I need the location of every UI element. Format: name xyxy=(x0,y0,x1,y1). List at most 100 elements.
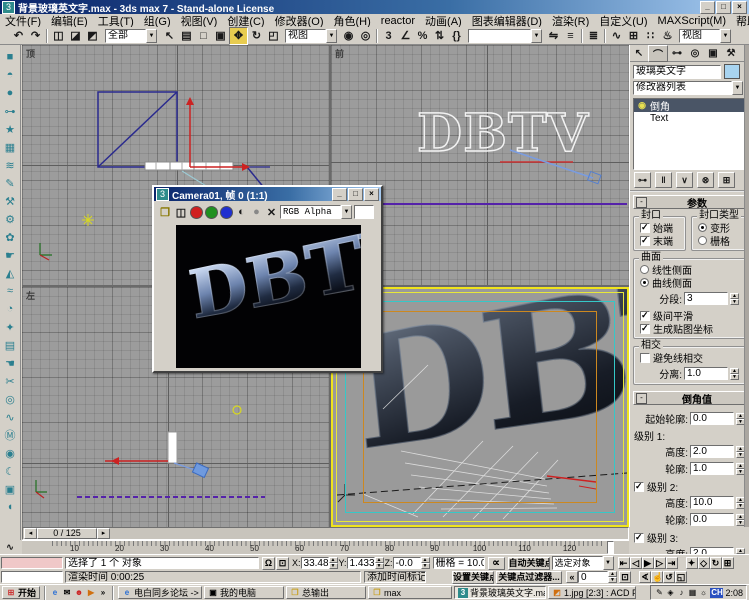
rfw-close-button[interactable]: × xyxy=(364,188,379,201)
perspective-icon[interactable]: ∢ xyxy=(639,571,651,583)
level1-outline-field[interactable]: 1.0 xyxy=(690,462,734,475)
left-toolbar-icon[interactable]: ☾ xyxy=(2,463,18,479)
left-toolbar-icon[interactable]: ▦ xyxy=(2,139,18,155)
select-and-rotate-icon[interactable]: ↻ xyxy=(248,28,265,44)
text-object-side-wire[interactable] xyxy=(168,432,177,463)
task-acdsee[interactable]: ◩ 1.jpg [2:3] : ACD Phot... xyxy=(548,586,636,599)
mini-curve-editor-icon[interactable]: ∿ xyxy=(2,541,18,553)
left-toolbar-icon[interactable]: ◖ xyxy=(2,499,18,515)
make-unique-icon[interactable]: ∨ xyxy=(676,172,693,188)
left-toolbar-icon[interactable]: ◉ xyxy=(2,445,18,461)
current-frame-field[interactable]: 0 xyxy=(578,571,608,583)
named-selection-sets-dropdown[interactable] xyxy=(468,29,542,43)
z-spinner[interactable] xyxy=(421,557,430,569)
select-object-icon[interactable]: ↖ xyxy=(161,28,178,44)
snap-toggle-3d-icon[interactable]: 3 xyxy=(380,28,397,44)
object-name-field[interactable]: 玻璃英文字 xyxy=(633,65,721,79)
absolute-mode-icon[interactable]: ⊡ xyxy=(276,557,289,570)
left-toolbar-icon[interactable]: ● xyxy=(2,85,18,101)
redo-icon[interactable]: ↷ xyxy=(27,28,44,44)
select-and-manipulate-icon[interactable]: ◎ xyxy=(357,28,374,44)
object-color-swatch[interactable] xyxy=(724,64,740,79)
previous-key-icon[interactable]: « xyxy=(566,571,578,583)
bind-to-space-warp-icon[interactable]: ◩ xyxy=(84,28,101,44)
left-toolbar-icon[interactable]: ≋ xyxy=(2,157,18,173)
mirror-icon[interactable]: ⇋ xyxy=(545,28,562,44)
pan-view-icon[interactable]: ☝ xyxy=(651,571,663,583)
render-type-dropdown[interactable]: 视图 xyxy=(679,29,731,43)
language-indicator[interactable]: CH xyxy=(710,588,723,598)
frame-spinner[interactable] xyxy=(608,571,617,583)
level3-checkbox[interactable] xyxy=(634,533,644,543)
modifier-stack-row-bevel[interactable]: ◉ 倒角 xyxy=(634,99,745,112)
task-output-folder[interactable]: ❐ 总输出 xyxy=(286,586,366,599)
parameters-rollout-header[interactable]: - 参数 xyxy=(633,195,746,209)
more-quicklaunch-icon[interactable]: » xyxy=(98,588,108,598)
zoom-extents-all-icon[interactable]: ⊞ xyxy=(722,557,734,569)
next-frame-arrow[interactable]: ▸ xyxy=(97,528,110,539)
curved-sides-radio[interactable] xyxy=(640,278,649,287)
segments-field[interactable]: 3 xyxy=(684,292,728,305)
select-and-link-icon[interactable]: ◫ xyxy=(50,28,67,44)
dropdown-arrow-icon[interactable] xyxy=(732,81,743,95)
red-channel-icon[interactable] xyxy=(190,206,203,219)
schematic-view-icon[interactable]: ⊞ xyxy=(625,28,642,44)
y-coordinate-field[interactable]: 1.433 xyxy=(347,557,375,569)
save-bitmap-icon[interactable]: ❒ xyxy=(158,204,172,220)
qq-quicklaunch-icon[interactable]: ☻ xyxy=(74,588,84,598)
layer-manager-icon[interactable]: ≣ xyxy=(585,28,602,44)
tab-display-icon[interactable]: ▣ xyxy=(704,46,722,61)
dropdown-arrow-icon[interactable] xyxy=(603,556,614,570)
level2-checkbox[interactable] xyxy=(634,482,644,492)
task-max-folder[interactable]: ❐ max xyxy=(368,586,452,599)
clone-window-icon[interactable]: ◫ xyxy=(174,204,188,220)
task-my-computer[interactable]: ▣ 我的电脑 xyxy=(204,586,284,599)
track-bar-end-marker[interactable] xyxy=(607,541,614,554)
collapse-icon[interactable]: - xyxy=(636,197,647,208)
monochrome-icon[interactable]: ◐ xyxy=(235,204,248,220)
color-sample-swatch[interactable] xyxy=(354,205,374,219)
task-forum[interactable]: e 电白同乡论坛 -> 闲... xyxy=(118,586,202,599)
segments-spinner[interactable] xyxy=(730,293,739,305)
select-by-name-icon[interactable]: ▤ xyxy=(178,28,195,44)
key-mode-dropdown[interactable]: 选定对象 xyxy=(552,556,614,570)
left-toolbar-icon[interactable]: ★ xyxy=(2,121,18,137)
time-configuration-icon[interactable]: ⊡ xyxy=(619,571,631,583)
omni-light-marker[interactable] xyxy=(82,214,94,226)
field-of-view-icon[interactable]: ◇ xyxy=(698,557,710,569)
menu-item[interactable]: reactor xyxy=(376,15,420,27)
previous-frame-icon[interactable]: ◁ xyxy=(630,557,642,569)
left-toolbar-icon[interactable]: ▣ xyxy=(2,481,18,497)
show-end-result-icon[interactable]: ‖ xyxy=(655,172,672,188)
y-spinner[interactable] xyxy=(375,557,384,569)
left-toolbar-icon[interactable]: ◔ xyxy=(2,301,18,317)
left-toolbar-icon[interactable]: ☛ xyxy=(2,247,18,263)
select-and-scale-icon[interactable]: ◰ xyxy=(265,28,282,44)
blue-channel-icon[interactable] xyxy=(220,206,233,219)
left-toolbar-icon[interactable]: ✎ xyxy=(2,175,18,191)
set-key-button[interactable]: 设置关键点 xyxy=(452,571,494,584)
material-editor-icon[interactable]: ∷ xyxy=(642,28,659,44)
green-channel-icon[interactable] xyxy=(205,206,218,219)
reference-coordinate-dropdown[interactable]: 视图 xyxy=(285,29,337,43)
orbit-camera-icon[interactable]: ↺ xyxy=(663,571,675,583)
tray-icon[interactable]: ✎ xyxy=(654,588,664,598)
left-toolbar-icon[interactable]: ■ xyxy=(2,49,18,65)
left-toolbar-icon[interactable]: ✦ xyxy=(2,319,18,335)
modifier-list-dropdown[interactable]: 修改器列表 xyxy=(633,81,743,95)
dropdown-arrow-icon[interactable] xyxy=(146,29,157,43)
edit-named-selections-icon[interactable]: {} xyxy=(448,28,465,44)
tray-icon[interactable]: ▦ xyxy=(687,588,697,598)
pin-stack-icon[interactable]: ⊶ xyxy=(634,172,651,188)
render-scene-icon[interactable]: ♨ xyxy=(659,28,676,44)
auto-key-button[interactable]: 自动关键点 xyxy=(508,557,550,570)
window-crossing-icon[interactable]: ▣ xyxy=(212,28,229,44)
align-icon[interactable]: ≡ xyxy=(562,28,579,44)
generate-mapping-coords-checkbox[interactable] xyxy=(640,324,650,334)
keep-lines-from-crossing-checkbox[interactable] xyxy=(640,353,650,363)
panel-scrollbar[interactable] xyxy=(744,45,749,527)
ie-quicklaunch-icon[interactable]: e xyxy=(50,588,60,598)
maxscript-mini-listener-pink[interactable] xyxy=(1,557,63,569)
left-toolbar-icon[interactable]: ◭ xyxy=(2,265,18,281)
omni-light-marker[interactable] xyxy=(233,406,241,414)
